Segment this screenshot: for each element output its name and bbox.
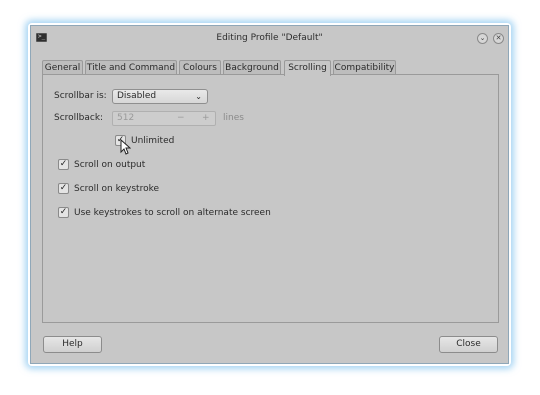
scrollback-units: lines bbox=[223, 113, 244, 123]
scroll-on-keystroke-checkbox[interactable]: ✓ bbox=[58, 183, 69, 194]
scrollbar-position-select[interactable]: Disabled ⌄ bbox=[112, 89, 208, 104]
tab-scrolling[interactable]: Scrolling bbox=[284, 60, 331, 76]
profile-editor-window: >_ Editing Profile "Default" ⌄ ✕ General… bbox=[30, 25, 509, 364]
alternate-screen-scroll-label: Use keystrokes to scroll on alternate sc… bbox=[74, 208, 271, 218]
minus-icon[interactable]: − bbox=[177, 112, 185, 125]
unlimited-label: Unlimited bbox=[131, 136, 175, 146]
window-title: Editing Profile "Default" bbox=[216, 33, 323, 43]
scrollback-stepper[interactable]: 512 − + bbox=[112, 111, 216, 126]
scroll-on-output-checkbox[interactable]: ✓ bbox=[58, 159, 69, 170]
chevron-down-icon: ⌄ bbox=[195, 92, 202, 101]
scrolling-panel bbox=[42, 74, 499, 323]
alternate-screen-scroll-checkbox[interactable]: ✓ bbox=[58, 207, 69, 218]
check-icon: ✓ bbox=[59, 159, 68, 169]
titlebar: >_ Editing Profile "Default" ⌄ ✕ bbox=[31, 26, 508, 52]
chevron-down-icon: ⌄ bbox=[479, 34, 486, 42]
scroll-on-output-label: Scroll on output bbox=[74, 160, 146, 170]
plus-icon[interactable]: + bbox=[202, 112, 210, 125]
scrollback-value: 512 bbox=[117, 113, 135, 123]
check-icon: ✓ bbox=[59, 183, 68, 193]
help-button[interactable]: Help bbox=[43, 336, 102, 353]
scroll-on-keystroke-label: Scroll on keystroke bbox=[74, 184, 160, 194]
tab-background[interactable]: Background bbox=[223, 60, 281, 75]
scrollbar-label: Scrollbar is: bbox=[54, 91, 107, 101]
tab-compatibility[interactable]: Compatibility bbox=[333, 60, 396, 75]
scrollback-label: Scrollback: bbox=[54, 113, 104, 123]
check-icon: ✓ bbox=[59, 207, 68, 217]
close-icon: ✕ bbox=[495, 34, 502, 42]
mouse-pointer-icon bbox=[120, 139, 131, 155]
tab-general[interactable]: General bbox=[42, 60, 83, 75]
scrollbar-value: Disabled bbox=[117, 91, 157, 101]
minimize-button[interactable]: ⌄ bbox=[477, 33, 488, 44]
close-button[interactable]: Close bbox=[439, 336, 498, 353]
close-window-button[interactable]: ✕ bbox=[493, 33, 504, 44]
tab-colours[interactable]: Colours bbox=[179, 60, 221, 75]
tab-title-and-command[interactable]: Title and Command bbox=[85, 60, 177, 75]
